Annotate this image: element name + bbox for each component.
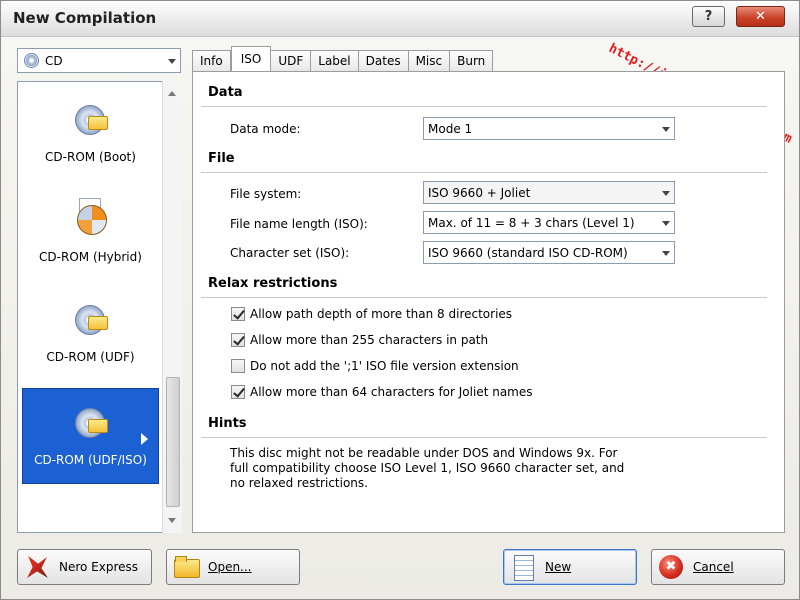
help-button[interactable]: ?: [692, 6, 725, 27]
list-item-cdrom-udf[interactable]: CD-ROM (UDF): [22, 286, 159, 382]
name-length-select[interactable]: Max. of 11 = 8 + 3 chars (Level 1): [423, 211, 675, 234]
list-scrollbar[interactable]: [162, 81, 182, 533]
folder-icon: [172, 553, 200, 581]
chevron-down-icon: [662, 250, 670, 256]
cancel-button[interactable]: Cancel: [651, 549, 785, 585]
tab-iso[interactable]: ISO: [230, 46, 272, 71]
checkbox[interactable]: [231, 385, 245, 399]
charset-value: ISO 9660 (standard ISO CD-ROM): [428, 245, 628, 260]
tab-label[interactable]: Label: [311, 50, 359, 71]
name-length-label: File name length (ISO):: [230, 217, 368, 231]
data-mode-select[interactable]: Mode 1: [423, 117, 675, 140]
section-title-hints: Hints: [208, 416, 247, 431]
checkbox[interactable]: [231, 359, 245, 373]
restriction-label: Allow more than 255 characters in path: [250, 333, 489, 347]
new-label: New: [545, 560, 572, 574]
close-button[interactable]: ✕: [736, 6, 785, 27]
divider: [201, 297, 767, 298]
name-length-value: Max. of 11 = 8 + 3 chars (Level 1): [428, 215, 635, 230]
new-compilation-dialog: New Compilation ? ✕ http://jeri27.blogsp…: [0, 0, 800, 600]
chevron-down-icon: [662, 190, 670, 196]
section-title-data: Data: [208, 85, 243, 100]
divider: [201, 437, 767, 438]
restriction-label: Allow more than 64 characters for Joliet…: [250, 385, 533, 399]
tab-misc[interactable]: Misc: [408, 50, 451, 71]
divider: [201, 106, 767, 107]
chevron-down-icon: [168, 58, 176, 64]
chevron-down-icon: [662, 220, 670, 226]
restriction-path-length[interactable]: Allow more than 255 characters in path: [231, 333, 488, 347]
charset-label: Character set (ISO):: [230, 246, 350, 260]
section-title-relax: Relax restrictions: [208, 276, 338, 291]
tab-dates[interactable]: Dates: [358, 50, 409, 71]
restriction-label: Allow path depth of more than 8 director…: [250, 307, 513, 321]
restriction-version-extension[interactable]: Do not add the ';1' ISO file version ext…: [231, 359, 519, 373]
tab-info[interactable]: Info: [192, 50, 231, 71]
hints-text: This disc might not be readable under DO…: [230, 446, 625, 490]
close-icon: ✕: [755, 9, 766, 24]
disc-type-select[interactable]: CD: [17, 48, 181, 73]
nero-express-button[interactable]: Nero Express: [17, 549, 152, 585]
disc-folder-icon: [72, 98, 110, 136]
window-title: New Compilation: [13, 9, 157, 27]
selected-arrow-icon: [141, 433, 148, 445]
list-item-cdrom-udf-iso[interactable]: CD-ROM (UDF/ISO): [22, 388, 159, 484]
cancel-icon: [657, 553, 685, 581]
compilation-type-list: CD-ROM (Boot) CD-ROM (Hybrid) CD-ROM (UD…: [17, 81, 182, 533]
restriction-label: Do not add the ';1' ISO file version ext…: [250, 359, 519, 373]
list-item-label: CD-ROM (UDF): [46, 350, 135, 364]
file-system-label: File system:: [230, 187, 302, 201]
restriction-path-depth[interactable]: Allow path depth of more than 8 director…: [231, 307, 512, 321]
cd-icon: [24, 53, 39, 68]
checkbox[interactable]: [231, 307, 245, 321]
section-title-file: File: [208, 151, 235, 166]
chevron-down-icon: [662, 126, 670, 132]
list-item-cdrom-boot[interactable]: CD-ROM (Boot): [22, 86, 159, 182]
nero-logo-icon: [23, 553, 51, 581]
open-label: Open...: [208, 560, 252, 574]
title-bar: New Compilation ? ✕: [1, 1, 799, 37]
cancel-label: Cancel: [693, 560, 734, 574]
tab-udf[interactable]: UDF: [271, 50, 312, 71]
scroll-down-icon[interactable]: [168, 518, 176, 523]
list-item-cdrom-hybrid[interactable]: CD-ROM (Hybrid): [22, 186, 159, 282]
new-document-icon: [509, 553, 537, 581]
checkbox[interactable]: [231, 333, 245, 347]
hybrid-disc-icon: [72, 198, 110, 236]
file-system-value: ISO 9660 + Joliet: [428, 185, 531, 200]
list-item-label: CD-ROM (Boot): [45, 150, 136, 164]
open-button[interactable]: Open...: [166, 549, 300, 585]
nero-express-label: Nero Express: [59, 560, 139, 574]
new-button[interactable]: New: [503, 549, 637, 585]
file-system-select[interactable]: ISO 9660 + Joliet: [423, 181, 675, 204]
divider: [201, 172, 767, 173]
scroll-thumb[interactable]: [166, 377, 180, 507]
disc-type-value: CD: [45, 53, 63, 68]
iso-settings-panel: Data Data mode: Mode 1 File File system:…: [192, 71, 785, 533]
list-item-label: CD-ROM (UDF/ISO): [34, 453, 147, 467]
tab-strip: Info ISO UDF Label Dates Misc Burn: [192, 46, 494, 71]
tab-burn[interactable]: Burn: [450, 50, 494, 71]
data-mode-label: Data mode:: [230, 122, 301, 136]
restriction-joliet-names[interactable]: Allow more than 64 characters for Joliet…: [231, 385, 533, 399]
disc-folder-icon: [72, 401, 110, 439]
data-mode-value: Mode 1: [428, 121, 473, 136]
help-icon: ?: [704, 9, 713, 24]
list-item-label: CD-ROM (Hybrid): [39, 250, 142, 264]
disc-folder-icon: [72, 298, 110, 336]
scroll-up-icon[interactable]: [168, 91, 176, 96]
charset-select[interactable]: ISO 9660 (standard ISO CD-ROM): [423, 241, 675, 264]
